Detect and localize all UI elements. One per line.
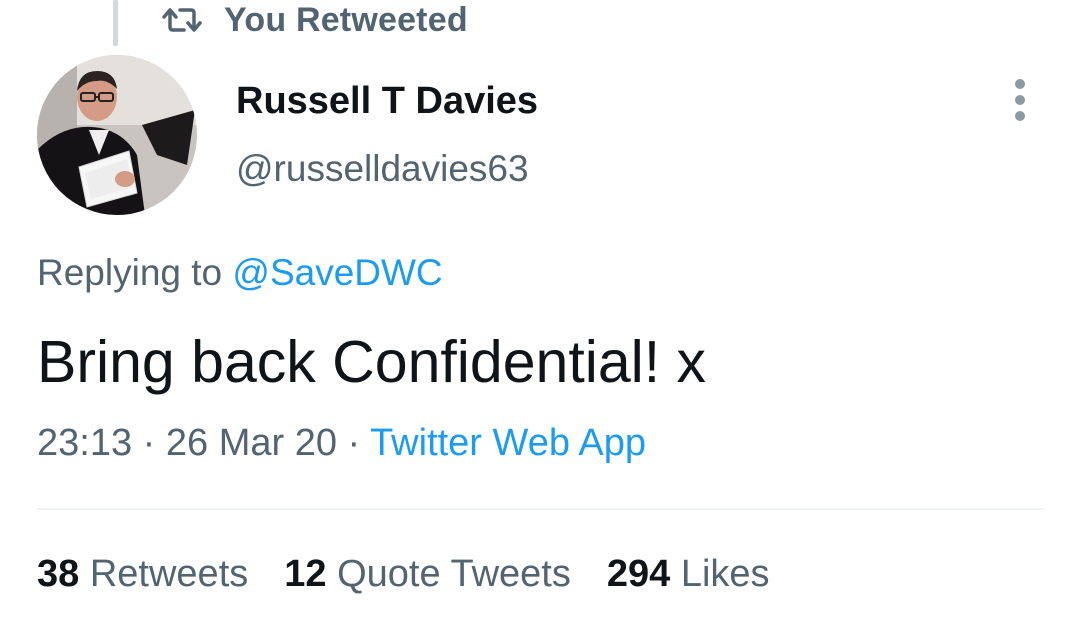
thread-connector-line — [113, 0, 118, 46]
divider — [37, 508, 1044, 510]
likes-stat[interactable]: 294 Likes — [607, 553, 770, 596]
tweet-text: Bring back Confidential! x — [37, 329, 707, 395]
tweet-metadata: 23:13 · 26 Mar 20 · Twitter Web App — [37, 422, 646, 465]
retweet-icon — [162, 5, 202, 35]
author-handle[interactable]: @russelldavies63 — [236, 148, 529, 190]
quote-tweets-count: 12 — [284, 553, 327, 595]
replying-to-label: Replying to — [37, 252, 223, 293]
engagement-stats: 38 Retweets 12 Quote Tweets 294 Likes — [37, 553, 770, 596]
avatar[interactable] — [37, 55, 197, 215]
retweets-count: 38 — [37, 553, 80, 595]
quote-tweets-stat[interactable]: 12 Quote Tweets — [284, 553, 571, 596]
retweets-stat[interactable]: 38 Retweets — [37, 553, 248, 596]
tweet-source-link[interactable]: Twitter Web App — [370, 422, 646, 464]
tweet-time[interactable]: 23:13 — [37, 422, 132, 464]
more-vertical-icon — [1012, 78, 1028, 127]
meta-separator: · — [142, 422, 156, 464]
retweets-label: Retweets — [89, 553, 249, 595]
replying-to: Replying to @SaveDWC — [37, 252, 443, 294]
likes-label: Likes — [680, 553, 770, 595]
quote-tweets-label: Quote Tweets — [337, 553, 571, 595]
reply-mention-link[interactable]: @SaveDWC — [232, 252, 442, 293]
author-display-name[interactable]: Russell T Davies — [236, 80, 538, 123]
tweet-date[interactable]: 26 Mar 20 — [166, 422, 337, 464]
retweet-context: You Retweeted — [162, 0, 468, 40]
meta-separator: · — [347, 422, 361, 464]
retweet-label: You Retweeted — [224, 0, 468, 39]
more-options-button[interactable] — [1000, 78, 1040, 126]
likes-count: 294 — [606, 553, 671, 595]
